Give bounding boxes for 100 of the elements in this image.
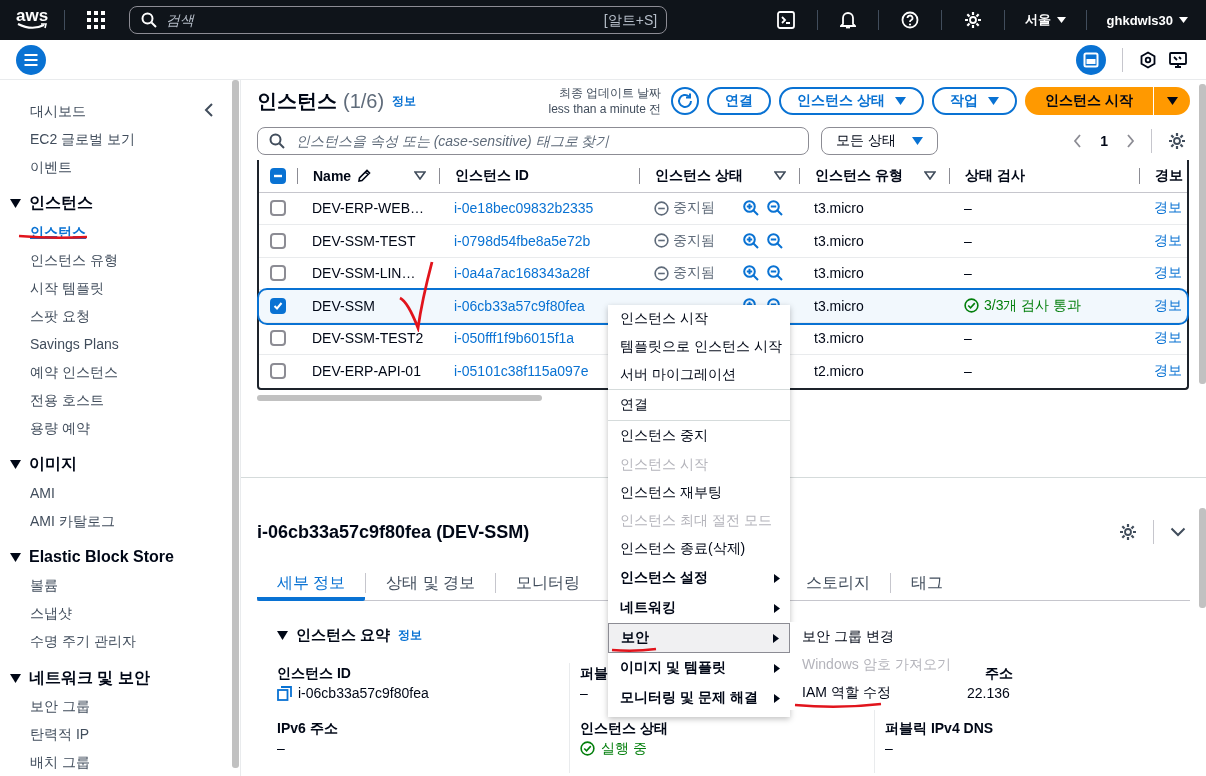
- sidebar-link[interactable]: AMI: [0, 478, 232, 507]
- alarm-link[interactable]: 경보: [1154, 199, 1182, 218]
- chevron-left-icon[interactable]: [204, 102, 214, 118]
- sidebar-section-header[interactable]: 네트워크 및 보안: [0, 664, 150, 692]
- sidebar-link[interactable]: 스냅샷: [0, 599, 232, 628]
- menu-item[interactable]: 템플릿으로 인스턴스 시작: [608, 333, 790, 361]
- zoom-in-icon[interactable]: [743, 232, 759, 249]
- launch-instances-button[interactable]: 인스턴스 시작: [1025, 87, 1153, 115]
- instance-id-link[interactable]: i-0a4a7ac168343a28f: [454, 265, 590, 282]
- launch-options-button[interactable]: [1154, 87, 1190, 115]
- hexagon-icon[interactable]: [1139, 50, 1157, 69]
- scrollbar[interactable]: [257, 394, 542, 401]
- column-header[interactable]: 인스턴스 ID: [455, 166, 529, 185]
- search-field[interactable]: 인스턴스을 속성 또는 (case-sensitive) 태그로 찾기: [257, 127, 809, 155]
- sidebar-section-header[interactable]: 이미지: [0, 450, 77, 479]
- zoom-out-icon[interactable]: [767, 232, 783, 249]
- sidebar-link[interactable]: AMI 카탈로그: [0, 506, 232, 535]
- sort-icon[interactable]: [414, 171, 426, 181]
- sidebar-link[interactable]: 용량 예약: [0, 413, 232, 442]
- menu-item[interactable]: 모니터링 및 문제 해결: [608, 683, 790, 713]
- tab[interactable]: 모니터링: [496, 566, 601, 601]
- alarm-link[interactable]: 경보: [1154, 329, 1182, 348]
- menu-item[interactable]: 보안 그룹 변경: [790, 622, 958, 650]
- menu-item[interactable]: 인스턴스 종료(삭제): [608, 535, 790, 563]
- bell-icon[interactable]: [839, 11, 856, 29]
- instance-id-link[interactable]: i-0e18bec09832b2335: [454, 200, 594, 217]
- row-checkbox[interactable]: [270, 200, 286, 217]
- zoom-in-icon[interactable]: [743, 200, 759, 217]
- sidebar-link[interactable]: 볼륨: [0, 571, 232, 600]
- sidebar-link[interactable]: 인스턴스 유형: [0, 245, 232, 274]
- menu-item[interactable]: IAM 역할 수정: [790, 678, 958, 706]
- triangle-icon[interactable]: [277, 630, 288, 640]
- menu-item[interactable]: 보안: [608, 623, 790, 653]
- sidebar-link[interactable]: 이벤트: [0, 153, 232, 181]
- monitor-icon[interactable]: [1169, 50, 1187, 69]
- scrollbar[interactable]: [232, 80, 239, 768]
- sidebar-link[interactable]: 배치 그룹: [0, 748, 232, 776]
- chevron-down-icon[interactable]: [1170, 527, 1186, 537]
- instance-id-link[interactable]: i-06cb33a57c9f80fea: [454, 297, 585, 314]
- sidebar-link[interactable]: 예약 인스턴스: [0, 357, 232, 386]
- info-link[interactable]: 정보: [392, 92, 417, 110]
- menu-item[interactable]: 인스턴스 중지: [608, 421, 790, 451]
- sidebar-link[interactable]: 탄력적 IP: [0, 720, 232, 748]
- tab[interactable]: 세부 정보: [257, 566, 366, 601]
- sidebar-link[interactable]: EC2 글로벌 보기: [0, 125, 232, 153]
- state-filter-dropdown[interactable]: 모든 상태: [821, 127, 938, 155]
- sort-icon[interactable]: [924, 171, 936, 181]
- row-checkbox[interactable]: [270, 363, 286, 380]
- column-header[interactable]: 인스턴스 상태: [655, 166, 743, 185]
- scrollbar[interactable]: [1199, 84, 1206, 384]
- page-number[interactable]: 1: [1100, 133, 1108, 149]
- row-checkbox[interactable]: [270, 232, 286, 249]
- row-checkbox[interactable]: [270, 265, 286, 282]
- sidebar-link[interactable]: 전용 호스트: [0, 385, 232, 414]
- zoom-out-icon[interactable]: [767, 265, 783, 282]
- action-button[interactable]: 연결: [707, 87, 772, 115]
- sidebar-link[interactable]: 수명 주기 관리자: [0, 627, 232, 656]
- column-header[interactable]: 경보: [1155, 166, 1183, 185]
- chevron-right-icon[interactable]: [1126, 134, 1135, 148]
- sort-icon[interactable]: [774, 171, 786, 181]
- zoom-out-icon[interactable]: [767, 200, 783, 217]
- menu-item[interactable]: 이미지 및 템플릿: [608, 653, 790, 683]
- instance-id-link[interactable]: i-0798d54fbe8a5e72b: [454, 232, 591, 249]
- tab[interactable]: 태그: [891, 566, 964, 601]
- sidebar-section-header[interactable]: 인스턴스: [0, 190, 93, 218]
- region-menu[interactable]: 서울: [1020, 11, 1070, 29]
- column-header[interactable]: 인스턴스 유형: [815, 166, 903, 185]
- copy-icon[interactable]: [277, 685, 292, 701]
- alarm-link[interactable]: 경보: [1154, 264, 1182, 283]
- settings-icon[interactable]: [1168, 132, 1186, 150]
- action-button[interactable]: 작업: [932, 87, 1018, 115]
- sidebar-link[interactable]: Savings Plans: [0, 329, 232, 358]
- settings-icon[interactable]: [1119, 523, 1137, 541]
- instance-id-link[interactable]: i-050fff1f9b6015f1a: [454, 330, 575, 347]
- row-checkbox[interactable]: [270, 297, 286, 314]
- sidebar-link[interactable]: 대시보드: [0, 97, 232, 125]
- menu-item[interactable]: 연결: [608, 390, 790, 420]
- instance-id-link[interactable]: i-05101c38f115a097e: [454, 363, 589, 380]
- menu-item[interactable]: 서버 마이그레이션: [608, 361, 790, 389]
- info-link[interactable]: 정보: [398, 626, 423, 644]
- sidebar-link[interactable]: 보안 그룹: [0, 692, 232, 720]
- column-header[interactable]: Name: [313, 167, 352, 184]
- tab[interactable]: 상태 및 경보: [366, 566, 496, 601]
- row-checkbox[interactable]: [270, 330, 286, 347]
- panel-icon[interactable]: [1076, 44, 1106, 75]
- sidebar-link[interactable]: 시작 템플릿: [0, 273, 232, 302]
- alarm-link[interactable]: 경보: [1154, 362, 1182, 381]
- menu-item[interactable]: 인스턴스 재부팅: [608, 479, 790, 507]
- aws-logo[interactable]: aws: [16, 8, 49, 30]
- menu-icon[interactable]: [16, 44, 46, 75]
- menu-item[interactable]: 인스턴스 시작: [608, 305, 790, 333]
- alarm-link[interactable]: 경보: [1154, 296, 1182, 315]
- refresh-button[interactable]: [671, 87, 700, 115]
- alarm-link[interactable]: 경보: [1154, 231, 1182, 250]
- sidebar-section-header[interactable]: Elastic Block Store: [0, 543, 174, 572]
- help-icon[interactable]: [900, 11, 919, 29]
- grid-icon[interactable]: [87, 11, 106, 29]
- select-all-checkbox[interactable]: [270, 167, 286, 184]
- zoom-in-icon[interactable]: [743, 265, 759, 282]
- column-header[interactable]: 상태 검사: [965, 166, 1025, 185]
